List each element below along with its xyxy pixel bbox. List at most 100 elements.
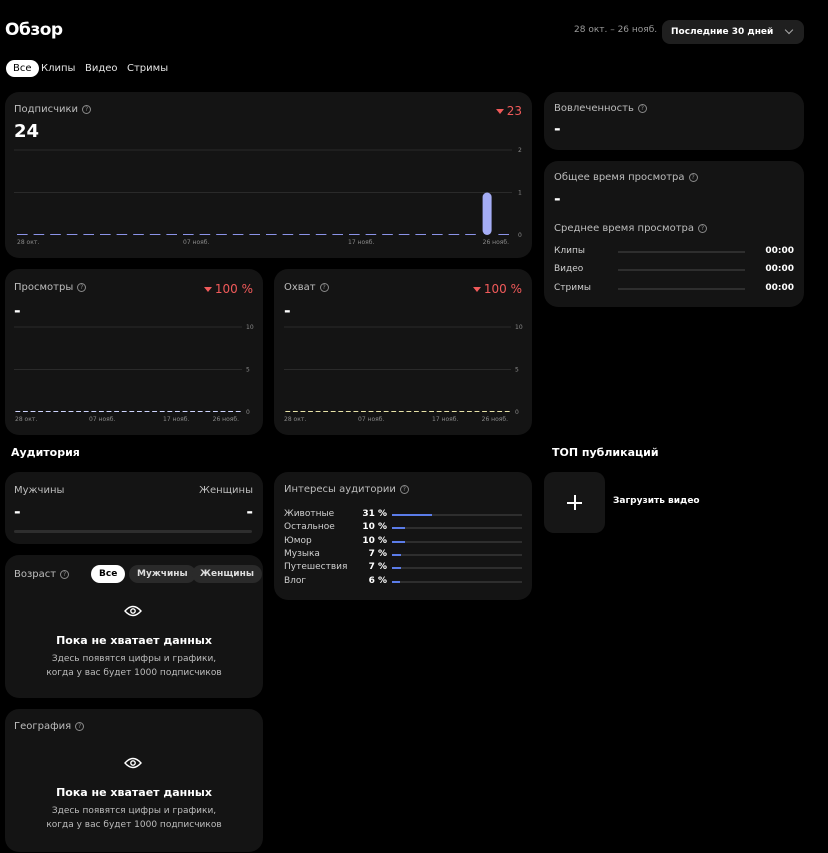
y-tick-label: 2: [518, 147, 522, 154]
interest-name: Юмор: [284, 535, 312, 546]
interest-percent: 10 %: [362, 535, 387, 546]
upload-button[interactable]: [544, 472, 605, 533]
interest-bar-track: [392, 527, 522, 530]
age-label: Возраст?: [14, 569, 70, 580]
subscribers-label: Подписчики?: [14, 104, 92, 115]
interest-bar-fill: [392, 567, 402, 570]
x-tick-label: 26 нояб.: [482, 416, 508, 423]
female-value: -: [246, 502, 253, 521]
watch-row-streams: Стримы 00:00: [554, 283, 794, 293]
reach-delta: 100 %: [472, 282, 522, 296]
subscribers-value: 24: [14, 121, 40, 142]
male-label: Мужчины: [14, 485, 65, 496]
help-icon[interactable]: ?: [75, 722, 85, 731]
interest-bar-track: [392, 540, 522, 543]
interest-name: Остальное: [284, 522, 335, 533]
interest-percent: 10 %: [362, 522, 387, 533]
interest-bar-fill: [392, 514, 433, 516]
eye-icon: [124, 757, 142, 769]
help-icon[interactable]: ?: [60, 570, 70, 579]
interest-row: Животные 31 %: [284, 509, 524, 521]
interest-bar-fill: [392, 540, 405, 543]
engagement-card: Вовлеченность? -: [544, 92, 804, 150]
tab-clips[interactable]: Клипы: [34, 60, 82, 77]
engagement-value: -: [554, 119, 561, 138]
y-tick-label: 1: [518, 190, 522, 197]
gender-bar: [14, 530, 252, 533]
watch-row-clips: Клипы 00:00: [554, 246, 794, 256]
gender-card: Мужчины Женщины - -: [5, 472, 263, 544]
interest-name: Животные: [284, 509, 335, 519]
geo-empty-title: Пока не хватает данных: [56, 786, 212, 799]
reach-card: Охват? 100 % - 10 5 0 28 окт. 07 нояб. 17 ноя…: [274, 269, 532, 435]
interests-label: Интересы аудитории?: [284, 484, 409, 495]
age-filter-all[interactable]: Все: [91, 565, 126, 583]
interest-bar-fill: [392, 527, 405, 530]
help-icon[interactable]: ?: [637, 104, 647, 113]
y-tick-label: 10: [246, 324, 254, 331]
x-tick-label: 28 окт.: [15, 416, 37, 423]
y-tick-label: 5: [515, 367, 519, 374]
chevron-down-icon: [784, 25, 794, 35]
age-empty-title: Пока не хватает данных: [56, 634, 212, 647]
subscribers-chart: 2 1 0 28 окт. 07 нояб. 17 нояб. 26 нояб.: [14, 147, 522, 246]
y-tick-label: 0: [515, 409, 519, 416]
geo-empty-line1: Здесь появятся цифры и графики,: [51, 806, 217, 816]
period-select[interactable]: Последние 30 дней: [662, 20, 804, 44]
interest-row: Музыка 7 %: [284, 549, 524, 561]
help-icon[interactable]: ?: [77, 283, 87, 292]
geo-card: География?: [5, 709, 263, 852]
reach-chart: 10 5 0 28 окт. 07 нояб. 17 нояб. 26 нояб.: [284, 324, 523, 423]
age-filter-men[interactable]: Мужчины: [129, 565, 196, 583]
interest-row: Влог 6 %: [284, 576, 524, 588]
interest-percent: 31 %: [362, 509, 387, 519]
chart-bar[interactable]: [482, 192, 492, 236]
views-card: Просмотры? 100 % - 10 5 0 28 окт. 07 нояб. 17…: [5, 269, 263, 435]
page-title: Обзор: [5, 20, 63, 40]
eye-icon: [124, 605, 142, 617]
interest-name: Музыка: [284, 548, 320, 559]
help-icon[interactable]: ?: [698, 224, 708, 233]
subscribers-card: Подписчики? 23 24 2 1 0 28 окт. 07 нояб. 17 н…: [5, 92, 532, 258]
interest-bar-fill: [392, 580, 400, 583]
help-icon[interactable]: ?: [319, 283, 329, 292]
reach-value: -: [284, 301, 291, 320]
upload-label[interactable]: Загрузить видео: [613, 496, 700, 506]
interest-row: Юмор 10 %: [284, 536, 524, 548]
x-tick-label: 07 нояб.: [89, 416, 115, 423]
triangle-down-icon: [472, 286, 481, 292]
y-tick-label: 0: [246, 409, 250, 416]
interest-bar-track: [392, 567, 522, 570]
triangle-down-icon: [203, 286, 212, 292]
audience-heading: Аудитория: [11, 446, 80, 459]
help-icon[interactable]: ?: [399, 485, 409, 494]
watch-time-value: -: [554, 189, 561, 208]
triangle-down-icon: [495, 108, 504, 114]
top-heading: ТОП публикаций: [552, 446, 659, 459]
help-icon[interactable]: ?: [82, 105, 92, 114]
tab-video[interactable]: Видео: [78, 60, 125, 77]
engagement-label: Вовлеченность?: [554, 103, 647, 114]
interest-name: Влог: [284, 575, 307, 586]
tab-streams[interactable]: Стримы: [120, 60, 175, 77]
x-tick-label: 17 нояб.: [432, 416, 458, 423]
x-tick-label: 26 нояб.: [483, 239, 509, 246]
age-empty-line1: Здесь появятся цифры и графики,: [51, 654, 217, 664]
date-range: 28 окт. – 26 нояб.: [574, 25, 658, 35]
interest-row: Путешествия 7 %: [284, 562, 524, 574]
interest-percent: 7 %: [368, 548, 387, 559]
x-tick-label: 07 нояб.: [183, 239, 209, 246]
age-filter-women[interactable]: Женщины: [192, 565, 262, 583]
x-tick-label: 28 окт.: [284, 416, 306, 423]
interest-name: Путешествия: [284, 562, 348, 573]
y-tick-label: 10: [515, 324, 523, 331]
x-tick-label: 28 окт.: [17, 239, 39, 246]
interest-bar-fill: [392, 553, 402, 556]
geo-label: География?: [14, 721, 85, 732]
interest-bar-track: [392, 514, 522, 516]
views-chart: 10 5 0 28 окт. 07 нояб. 17 нояб. 26 нояб.: [14, 324, 254, 423]
help-icon[interactable]: ?: [688, 173, 698, 182]
interest-bar-track: [392, 553, 522, 556]
interest-percent: 7 %: [368, 562, 387, 573]
interest-percent: 6 %: [368, 575, 387, 586]
